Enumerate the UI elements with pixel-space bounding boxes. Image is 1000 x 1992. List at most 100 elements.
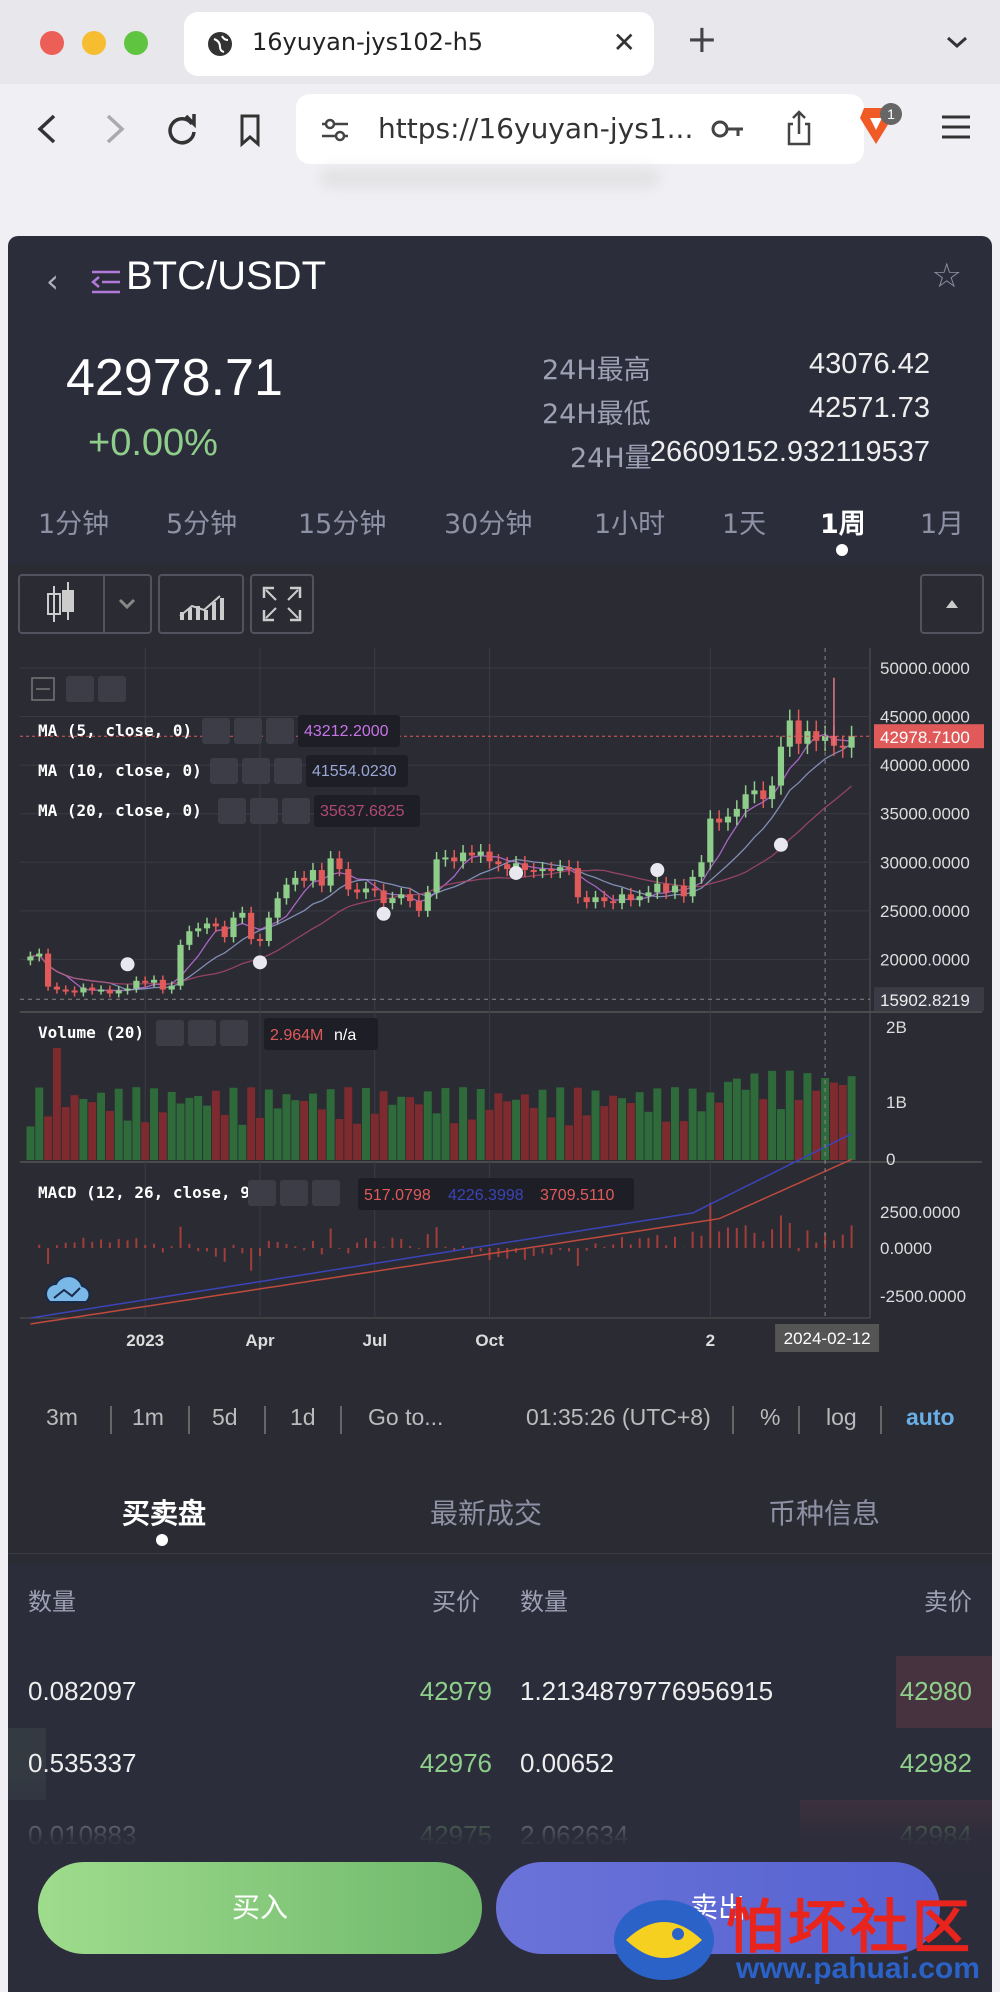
pair-menu-icon[interactable] bbox=[90, 266, 122, 298]
percent-toggle[interactable]: % bbox=[760, 1404, 780, 1431]
chevron-down-icon[interactable] bbox=[944, 24, 970, 64]
volume-bar bbox=[573, 1087, 582, 1160]
candle-body bbox=[565, 867, 573, 870]
volume-bar bbox=[414, 1104, 423, 1160]
candle-body bbox=[203, 923, 211, 929]
candle-body bbox=[539, 869, 546, 872]
range-1d[interactable]: 1d bbox=[290, 1404, 316, 1431]
close-window-button[interactable] bbox=[40, 31, 64, 55]
auto-toggle[interactable]: auto bbox=[906, 1404, 955, 1431]
collapse-toolbar-button[interactable] bbox=[920, 574, 984, 634]
address-bar[interactable]: https://16yuyan-jys1... bbox=[296, 94, 864, 164]
candle-body bbox=[636, 896, 643, 901]
fullscreen-icon bbox=[262, 586, 302, 622]
period-1w[interactable]: 1周 bbox=[820, 502, 866, 541]
candle-body bbox=[239, 912, 246, 918]
back-arrow-icon[interactable]: ‹ bbox=[46, 262, 59, 300]
candle-body bbox=[848, 736, 855, 748]
ask-price-header: 卖价 bbox=[924, 1588, 972, 1616]
volume-label: 24H量 bbox=[570, 443, 652, 474]
period-1h[interactable]: 1小时 bbox=[594, 502, 665, 541]
menu-icon[interactable] bbox=[940, 112, 972, 142]
candle-body bbox=[654, 883, 661, 893]
app-header: ‹ BTC/USDT ☆ bbox=[8, 236, 992, 328]
ma20-controls bbox=[218, 798, 310, 824]
log-toggle[interactable]: log bbox=[826, 1404, 857, 1431]
bid-price-header: 买价 bbox=[432, 1588, 480, 1616]
period-1d[interactable]: 1天 bbox=[722, 502, 766, 541]
candle-body bbox=[327, 858, 334, 886]
tab-latest-trades[interactable]: 最新成交 bbox=[430, 1492, 542, 1532]
minimize-window-button[interactable] bbox=[82, 31, 106, 55]
separator bbox=[798, 1406, 800, 1434]
candle-body bbox=[645, 892, 652, 897]
buy-button[interactable]: 买入 bbox=[38, 1862, 482, 1954]
legend-control-button bbox=[210, 758, 238, 784]
key-icon[interactable] bbox=[710, 114, 746, 144]
period-5min[interactable]: 5分钟 bbox=[166, 502, 237, 541]
tab-coin-info[interactable]: 币种信息 bbox=[768, 1492, 880, 1532]
time-tick: Oct bbox=[475, 1331, 504, 1350]
reload-icon[interactable] bbox=[164, 104, 200, 154]
candle-body bbox=[309, 870, 317, 881]
volume-bar bbox=[829, 1082, 838, 1160]
zoom-window-button[interactable] bbox=[124, 31, 148, 55]
volume-bar bbox=[361, 1087, 370, 1160]
candle-body bbox=[142, 980, 149, 983]
browser-tab[interactable]: 16yuyan-jys102-h5 ✕ bbox=[184, 12, 654, 76]
low-label: 24H最低 bbox=[542, 399, 651, 430]
bookmark-icon[interactable] bbox=[236, 104, 264, 154]
candle-body bbox=[707, 818, 714, 863]
candle-body bbox=[71, 990, 78, 993]
separator bbox=[110, 1406, 112, 1434]
candle-body bbox=[89, 987, 96, 991]
volume-bar bbox=[706, 1092, 715, 1160]
period-1m[interactable]: 1月 bbox=[920, 502, 964, 541]
tab-strip: 16yuyan-jys102-h5 ✕ + bbox=[0, 0, 1000, 84]
volume-bar bbox=[538, 1089, 547, 1160]
watermark-logo bbox=[614, 1900, 714, 1980]
forward-icon[interactable] bbox=[100, 104, 130, 154]
candle-body bbox=[495, 861, 502, 865]
candle-body bbox=[486, 851, 493, 862]
share-icon[interactable] bbox=[784, 108, 814, 148]
tab-orderbook[interactable]: 买卖盘 bbox=[122, 1492, 206, 1532]
candle-body bbox=[389, 898, 396, 904]
volume-bar bbox=[176, 1103, 185, 1160]
candle-body bbox=[256, 939, 264, 942]
candle-body bbox=[583, 897, 590, 903]
order-row[interactable]: 0.082097 42979 1.2134879776956915 42980 bbox=[8, 1656, 992, 1728]
legend-control-button bbox=[234, 718, 262, 744]
price-chart[interactable]: 50000.0000 45000.0000 40000.0000 35000.0000… bbox=[8, 648, 992, 1478]
volume-bar bbox=[679, 1121, 688, 1160]
period-30min[interactable]: 30分钟 bbox=[444, 502, 532, 541]
candle-body bbox=[459, 852, 467, 862]
goto-button[interactable]: Go to... bbox=[368, 1404, 443, 1431]
site-settings-icon[interactable] bbox=[320, 116, 350, 144]
period-15min[interactable]: 15分钟 bbox=[298, 502, 386, 541]
period-1min[interactable]: 1分钟 bbox=[38, 502, 109, 541]
candle-body bbox=[618, 894, 626, 904]
candle-body bbox=[345, 869, 352, 890]
candle-body bbox=[663, 883, 670, 893]
chart-type-button[interactable] bbox=[18, 574, 152, 634]
fullscreen-button[interactable] bbox=[250, 574, 314, 634]
volume-bar bbox=[326, 1089, 335, 1160]
candle-body bbox=[80, 987, 87, 993]
favorite-star-icon[interactable]: ☆ bbox=[932, 256, 962, 296]
candle-body bbox=[548, 869, 555, 872]
back-icon[interactable] bbox=[32, 104, 62, 154]
candle-body bbox=[53, 986, 60, 990]
caret-up-icon bbox=[946, 600, 958, 608]
tab-close-icon[interactable]: ✕ bbox=[613, 26, 636, 59]
range-5d[interactable]: 5d bbox=[212, 1404, 238, 1431]
volume-bar bbox=[794, 1100, 803, 1160]
new-tab-icon[interactable]: + bbox=[686, 20, 718, 58]
order-tabs: 买卖盘 最新成交 币种信息 bbox=[8, 1474, 992, 1554]
indicators-button[interactable] bbox=[158, 574, 244, 634]
crosshair-date-label: 2024-02-12 bbox=[784, 1329, 871, 1348]
range-3m[interactable]: 3m bbox=[46, 1404, 78, 1431]
volume-bar bbox=[282, 1094, 291, 1160]
last-price: 42978.71 bbox=[66, 349, 283, 407]
range-1m[interactable]: 1m bbox=[132, 1404, 164, 1431]
